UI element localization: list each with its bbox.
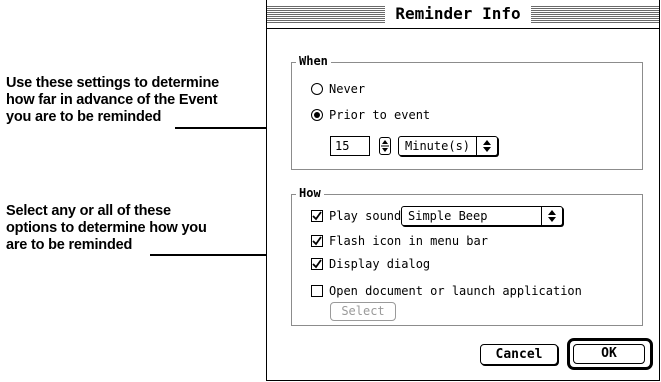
checkbox-play-sound[interactable]: Play sound (311, 209, 401, 223)
radio-never-button[interactable] (311, 83, 323, 95)
flash-label: Flash icon in menu bar (329, 234, 488, 248)
radio-prior[interactable]: Prior to event (311, 108, 430, 122)
callout-when-line-2: how far in advance of the Event (6, 92, 218, 108)
unit-popup[interactable]: Minute(s) (398, 136, 498, 156)
amount-field[interactable]: 15 (330, 136, 370, 156)
radio-never[interactable]: Never (311, 82, 365, 96)
window-title: Reminder Info (385, 4, 531, 24)
radio-prior-button[interactable] (311, 109, 323, 121)
open-document-label: Open document or launch application (329, 284, 582, 298)
callout-when-line-3: you are to be reminded (6, 109, 162, 125)
sound-popup-value: Simple Beep (408, 209, 488, 223)
popup-arrows-icon (541, 207, 562, 225)
stepper-arrows-icon (381, 140, 389, 152)
callout-when: Use these settings to determine how far … (6, 75, 266, 126)
play-sound-checkbox[interactable] (311, 210, 323, 222)
checkmark-icon (312, 211, 322, 221)
callout-how: Select any or all of these options to de… (6, 203, 266, 254)
dialog-checkbox[interactable] (311, 258, 323, 270)
amount-stepper[interactable] (379, 137, 391, 155)
callout-how-line-1: Select any or all of these (6, 203, 171, 219)
reminder-info-dialog: Reminder Info When Never Prior to event … (266, 0, 660, 381)
popup-arrows-icon (476, 137, 497, 155)
flash-checkbox[interactable] (311, 235, 323, 247)
callout-how-line-2: options to determine how you (6, 220, 207, 236)
open-document-checkbox[interactable] (311, 285, 323, 297)
checkmark-icon (312, 236, 322, 246)
cancel-button[interactable]: Cancel (480, 344, 558, 365)
ok-button[interactable]: OK (573, 344, 645, 364)
dialog-label: Display dialog (329, 257, 431, 271)
callout-when-line-1: Use these settings to determine (6, 75, 219, 91)
checkbox-flash[interactable]: Flash icon in menu bar (311, 234, 488, 248)
radio-never-label: Never (329, 82, 366, 96)
checkbox-dialog[interactable]: Display dialog (311, 257, 430, 271)
title-bar[interactable]: Reminder Info (267, 0, 659, 29)
how-group-label: How (296, 186, 324, 200)
play-sound-label: Play sound (329, 209, 402, 223)
sound-popup[interactable]: Simple Beep (401, 206, 563, 226)
radio-selected-dot (314, 112, 320, 118)
checkbox-open-document[interactable]: Open document or launch application (311, 284, 582, 298)
select-button[interactable]: Select (330, 302, 396, 321)
callout-how-line-3: are to be reminded (6, 237, 133, 253)
checkmark-icon (312, 259, 322, 269)
radio-prior-label: Prior to event (329, 108, 431, 122)
when-group-label: When (296, 54, 331, 68)
unit-popup-value: Minute(s) (405, 139, 471, 153)
